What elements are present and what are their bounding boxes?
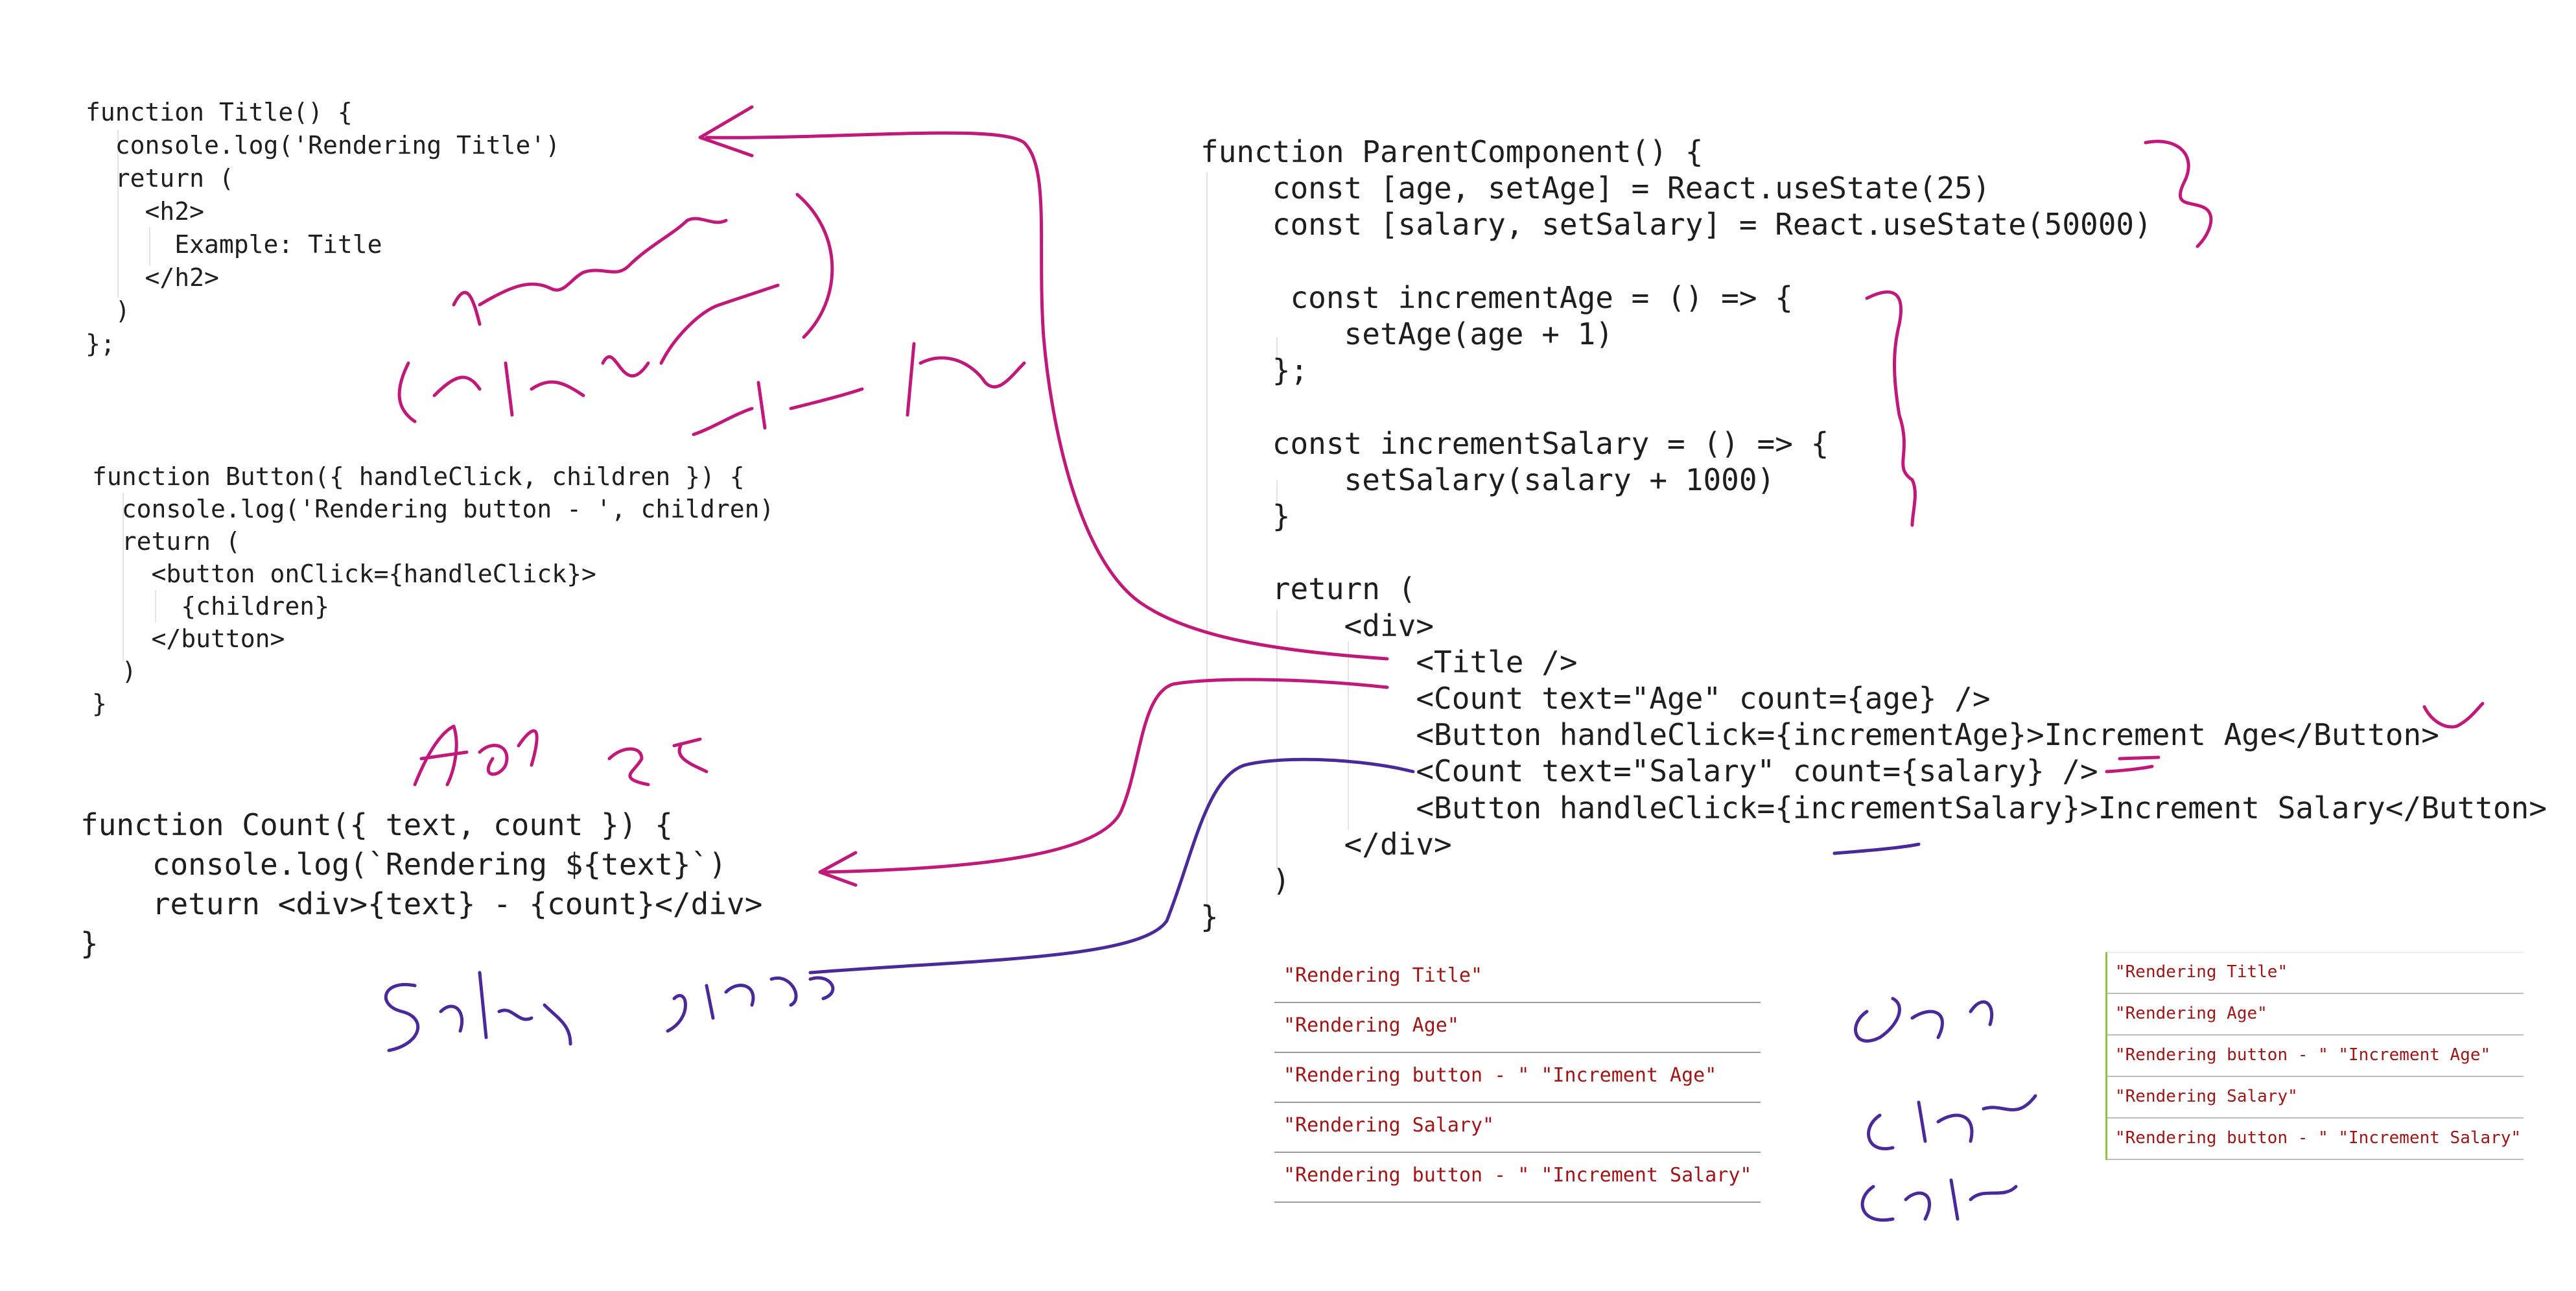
code-line: const incrementAge = () => { xyxy=(1200,279,1793,315)
code-line: const [salary, setSalary] = React.useSta… xyxy=(1200,207,2152,243)
code-line: return <div>{text} - {count}</div> xyxy=(80,886,763,921)
code-line: console.log('Rendering button - ', child… xyxy=(92,495,775,523)
code-line: <h2> xyxy=(86,197,205,226)
count-function-code: function Count({ text, count }) { consol… xyxy=(80,805,762,964)
code-line: } xyxy=(1200,499,1291,534)
console-log-row: "Rendering button - " "Increment Salary" xyxy=(2107,1119,2523,1160)
code-line: ) xyxy=(92,657,137,685)
code-line: </button> xyxy=(92,624,285,653)
console-log-row: "Rendering Age" xyxy=(2107,994,2523,1036)
code-line: function Count({ text, count }) { xyxy=(80,807,673,842)
code-line: <Count text="Age" count={age} /> xyxy=(1200,681,1991,717)
button-function-code: function Button({ handleClick, children … xyxy=(92,460,774,720)
console-log-row: "Rendering Title" xyxy=(1274,953,1761,1003)
code-line: function Title() { xyxy=(86,98,353,126)
code-line: <Button handleClick={incrementSalary}>In… xyxy=(1200,790,2547,825)
code-line: setAge(age + 1) xyxy=(1200,316,1613,352)
code-line: <button onClick={handleClick}> xyxy=(92,560,596,588)
arrowhead-icon xyxy=(698,105,754,158)
scribble-im-age xyxy=(692,342,1026,436)
code-line: const incrementSalary = () => { xyxy=(1200,425,1829,461)
scribble-salary-value xyxy=(666,976,835,1033)
code-line: Example: Title xyxy=(86,230,382,259)
code-line: console.log('Rendering Title') xyxy=(86,131,561,160)
code-line: <Title /> xyxy=(1200,644,1578,680)
code-line: console.log(`Rendering ${text}`) xyxy=(80,847,727,882)
console-log-row: "Rendering button - " "Increment Age" xyxy=(1274,1053,1761,1103)
code-line: } xyxy=(92,689,107,718)
code-line: function Button({ handleClick, children … xyxy=(92,462,745,491)
code-line: return ( xyxy=(92,527,240,556)
code-line: ) xyxy=(86,296,130,325)
title-function-code: function Title() { console.log('Renderin… xyxy=(86,96,560,361)
console-log-row: "Rendering button - " "Increment Salary" xyxy=(1274,1153,1761,1203)
console-log-row: "Rendering Title" xyxy=(2107,953,2523,994)
code-line: return ( xyxy=(86,164,234,193)
parent-component-code: function ParentComponent() { const [age,… xyxy=(1200,134,2547,935)
console-output-right: "Rendering Title" "Rendering Age" "Rende… xyxy=(2105,952,2523,1160)
code-line: } xyxy=(80,926,99,961)
console-log-row: "Rendering Salary" xyxy=(2107,1077,2523,1119)
console-log-row: "Rendering Salary" xyxy=(1274,1103,1761,1153)
scribble-age-25 xyxy=(413,724,708,787)
console-log-row: "Rendering Age" xyxy=(1274,1003,1761,1053)
code-line: } xyxy=(1200,899,1219,935)
scribble-salary xyxy=(384,971,572,1052)
code-line: }; xyxy=(1200,353,1309,388)
console-output-left: "Rendering Title" "Rendering Age" "Rende… xyxy=(1274,953,1761,1203)
code-line: return ( xyxy=(1200,571,1416,607)
scribble-age-change-salary xyxy=(1854,997,2037,1222)
console-log-row: "Rendering button - " "Increment Age" xyxy=(2107,1036,2523,1077)
code-line: const [age, setAge] = React.useState(25) xyxy=(1200,171,1991,206)
paren-scribble xyxy=(795,193,834,339)
code-line: function ParentComponent() { xyxy=(1200,134,1704,169)
code-line: }; xyxy=(86,329,115,358)
code-line: <Count text="Salary" count={salary} /> xyxy=(1200,753,2098,789)
code-line: ) xyxy=(1200,863,1291,899)
code-line: setSalary(salary + 1000) xyxy=(1200,462,1775,497)
code-line: </div> xyxy=(1200,826,1452,862)
code-line: <div> xyxy=(1200,608,1434,643)
code-line: </h2> xyxy=(86,263,219,292)
code-line: {children} xyxy=(92,592,330,621)
code-line: <Button handleClick={incrementAge}>Incre… xyxy=(1200,717,2439,753)
arrowhead-icon xyxy=(818,851,858,887)
